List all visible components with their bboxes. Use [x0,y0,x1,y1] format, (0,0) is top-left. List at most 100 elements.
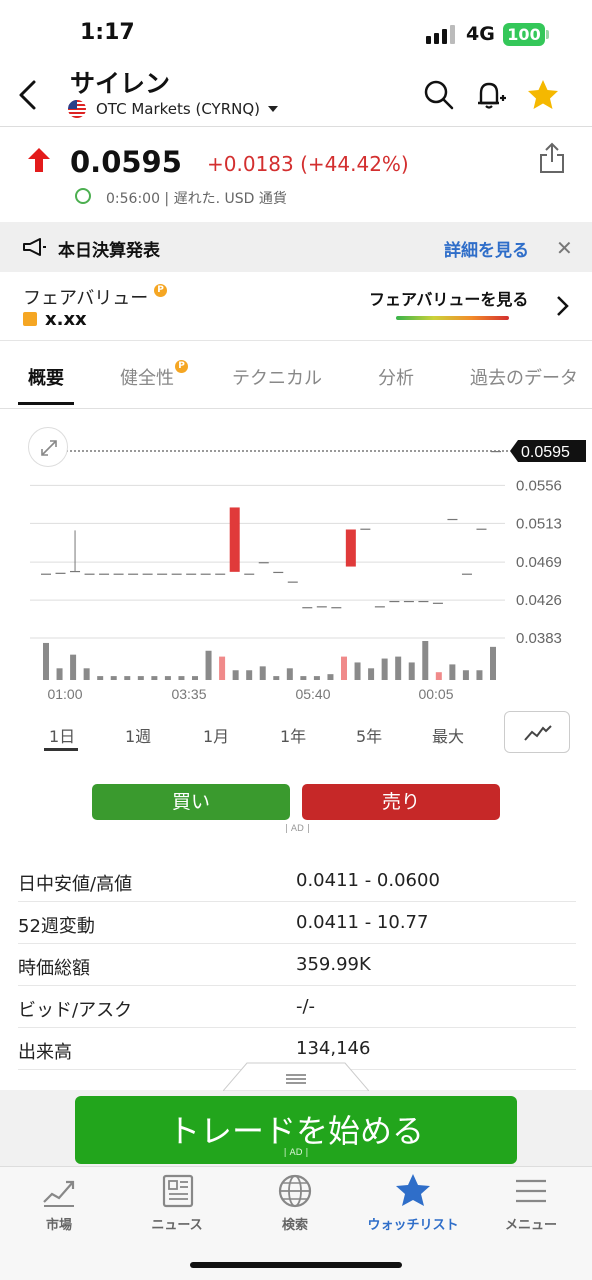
volume-bar [341,656,347,680]
bell-add-icon[interactable] [473,78,507,112]
volume-bar [354,662,361,680]
header-divider [0,126,592,127]
candle [99,573,110,575]
y-tick-label: 0.0469 [516,554,562,571]
nav-search[interactable]: 検索 [236,1172,354,1233]
earnings-details-link[interactable]: 詳細を見る [444,236,529,261]
nav-label: 検索 [281,1218,308,1233]
candle [128,573,139,575]
chart-icon [43,1180,75,1207]
share-icon[interactable] [538,142,566,174]
exchange-label: OTC Markets (CYRNQ) [96,100,261,118]
fair-value-link[interactable]: フェアバリューを見る [369,286,528,310]
us-flag-icon [68,100,86,118]
price-chart[interactable]: 0.0556 0.0513 0.0469 0.0426 0.0383 0.0595 01:0… [0,415,592,715]
volume-bar [381,658,388,680]
fair-value-row[interactable]: フェアバリュー P [23,284,168,310]
status-time: 1:17 [80,20,135,45]
tab-overview[interactable]: 概要 [28,364,64,390]
candle [418,600,429,603]
period-max[interactable]: 最大 [432,723,464,747]
tab-technical[interactable]: テクニカル [232,364,322,390]
nav-markets[interactable]: 市場 [0,1172,118,1233]
tab-divider [0,408,592,409]
network-type: 4G [466,23,495,45]
chart-type-button[interactable] [504,711,570,753]
earnings-text: 本日決算発表 [58,241,160,261]
volume-bar [286,668,293,680]
tab-active-indicator [18,402,74,405]
volume-bar [300,676,307,680]
drawer-handle[interactable] [223,1061,369,1091]
y-tick-label: 0.0556 [516,477,562,494]
stat-label: 出来高 [18,1042,72,1063]
expand-chart-button[interactable] [28,427,68,467]
stat-value: 0.0411 - 0.0600 [296,870,440,891]
stat-row: ビッド/アスク -/- [18,986,576,1028]
volume-bar [476,670,483,680]
candle [447,518,458,521]
period-active-indicator [44,748,78,751]
volume-bar [56,668,63,680]
candle [142,573,153,575]
volume-bar [43,642,49,680]
period-1m[interactable]: 1月 [203,723,229,747]
volume-bar [219,656,226,680]
period-1w[interactable]: 1週 [125,723,151,747]
fair-value-label: フェアバリュー [23,288,149,309]
tab-historical[interactable]: 過去のデータ [470,364,578,390]
stat-row: 日中安値/高値 0.0411 - 0.0600 [18,860,576,902]
volume-bar [83,668,90,680]
lock-icon [23,312,37,326]
home-indicator [190,1262,402,1268]
back-arrow-icon[interactable] [14,78,44,112]
exchange-selector[interactable]: OTC Markets (CYRNQ) [68,100,279,118]
fair-value-gradient-bar [396,316,509,320]
volume-bar [435,672,442,680]
period-5y[interactable]: 5年 [356,723,382,747]
y-tick-label: 0.0513 [516,515,562,532]
nav-news[interactable]: ニュース [118,1172,236,1233]
candle [389,600,400,603]
clock-icon [75,188,91,204]
chevron-right-icon[interactable] [554,294,570,318]
search-icon[interactable] [422,78,456,112]
candle [461,573,472,575]
nav-menu[interactable]: メニュー [472,1172,590,1233]
current-price-label: 0.0595 [521,444,570,461]
pro-badge-icon: P [154,284,168,297]
candle [186,573,197,575]
y-tick-label: 0.0426 [516,592,562,609]
star-icon[interactable] [526,78,560,112]
x-tick-label: 00:05 [418,686,453,702]
stat-value: 0.0411 - 10.77 [296,912,429,933]
close-icon[interactable]: ✕ [556,236,573,260]
tab-analysis[interactable]: 分析 [378,364,414,390]
volume-bar [192,676,198,680]
candle [200,573,211,575]
volume-bar [178,676,185,680]
volume-bar [273,676,280,680]
volume-bar [259,666,266,680]
candle [258,562,269,564]
candle [273,571,284,574]
stat-label: 日中安値/高値 [18,874,133,895]
tab-health[interactable]: 健全性P [120,360,188,390]
period-1y[interactable]: 1年 [280,723,306,747]
nav-watchlist[interactable]: ウォッチリスト [354,1172,472,1233]
period-1d[interactable]: 1日 [49,723,75,747]
volume-bar [110,676,117,680]
candle [55,572,66,574]
volume-bar [124,676,131,680]
battery-tip [546,30,549,39]
start-trading-button[interactable]: トレードを始める | AD | [75,1096,517,1164]
globe-icon [278,1174,312,1208]
stat-row: 52週変動 0.0411 - 10.77 [18,902,576,944]
sell-button[interactable]: 売り [302,784,500,820]
ad-label: | AD | [285,824,310,834]
last-price: 0.0595 [70,145,182,179]
stat-label: 時価総額 [18,958,90,979]
candle [287,581,298,583]
candle [491,451,501,453]
buy-button[interactable]: 買い [92,784,290,820]
